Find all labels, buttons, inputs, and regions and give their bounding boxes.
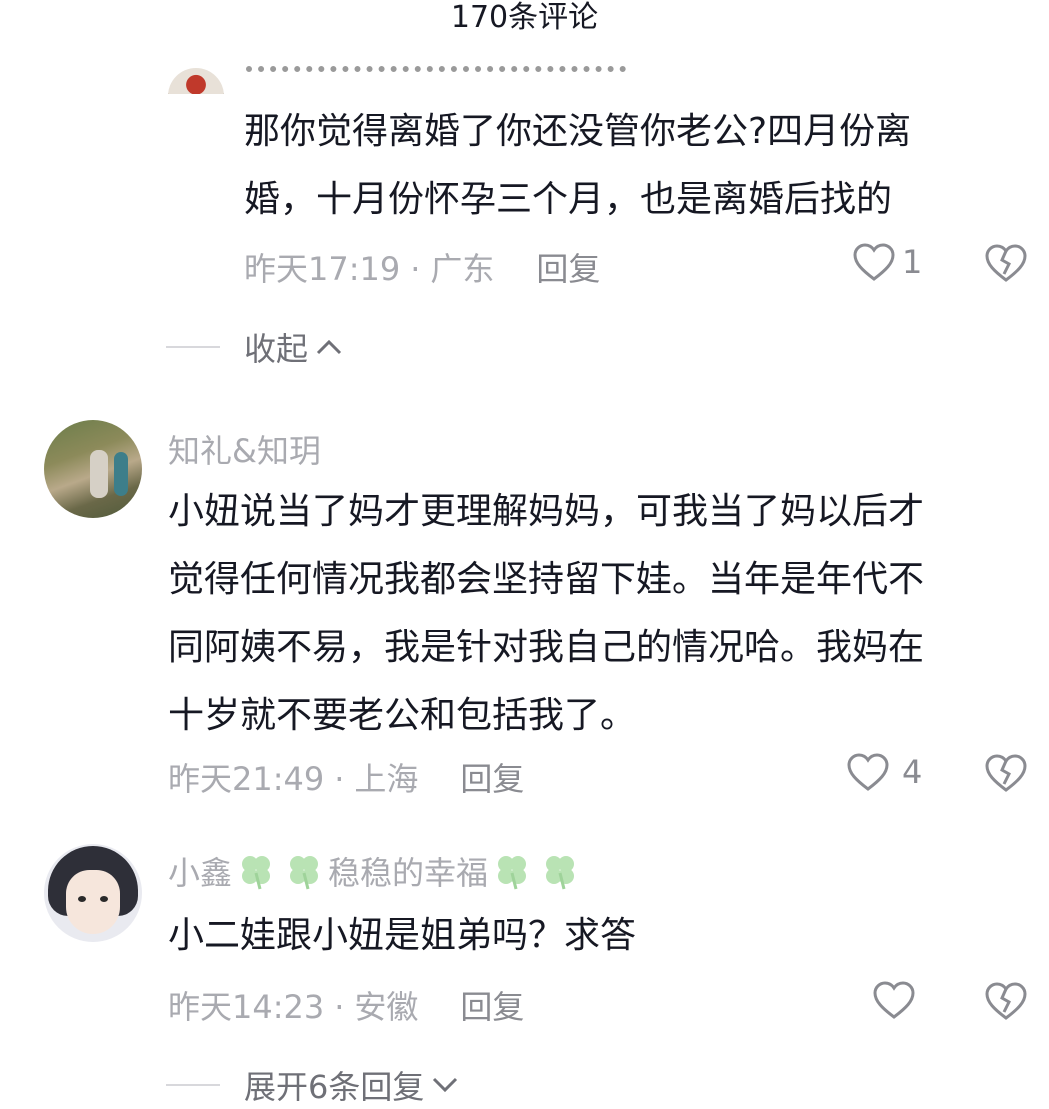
collapse-replies-button[interactable]: 收起 [166,324,342,370]
comment-username[interactable]: 小鑫 稳稳的幸福 [168,848,584,894]
like-count: 4 [902,753,923,791]
comment-text: 小二娃跟小妞是姐弟吗？求答 [168,915,637,956]
chevron-down-icon [433,1077,458,1093]
timestamp: 昨天21:49 [168,760,325,798]
reply-comment-line: 婚，十月份怀孕三个月，也是离婚后找的 [244,179,893,220]
avatar[interactable] [44,844,142,942]
dislike-button[interactable] [984,981,1028,1021]
divider [166,1084,220,1086]
like-button[interactable]: 4 [846,752,922,792]
location: 上海 [354,760,419,798]
dislike-button[interactable] [984,243,1028,283]
divider [166,346,220,348]
comment-line: 小妞说当了妈才更理解妈妈，可我当了妈以后才 [168,491,925,532]
username-part: 稳稳的幸福 [328,854,489,892]
broken-heart-icon [985,754,1027,792]
timestamp: 昨天17:19 [244,250,401,288]
heart-outline-icon [847,753,889,791]
like-button[interactable]: 1 [852,242,922,282]
heart-outline-icon [873,981,915,1019]
comment-line: 十岁就不要老公和包括我了。 [168,695,637,736]
reply-button[interactable]: 回复 [460,988,524,1026]
separator: · [334,760,345,798]
reply-comment-line: 那你觉得离婚了你还没管你老公?四月份离 [244,111,912,152]
avatar[interactable] [44,420,142,518]
expand-label: 展开6条回复 [244,1068,425,1106]
reply-button[interactable]: 回复 [536,250,600,288]
reply-button[interactable]: 回复 [460,760,524,798]
comment-username[interactable]: 知礼&知玥 [168,426,321,472]
heart-outline-icon [853,243,895,281]
collapse-label: 收起 [244,330,309,368]
four-leaf-clover-icon [498,856,527,890]
reply-comment-text: 那你觉得离婚了你还没管你老公?四月份离 婚，十月份怀孕三个月，也是离婚后找的 [244,98,1024,234]
reply-comment-meta: 昨天17:19 · 广东 回复 [244,244,600,290]
four-leaf-clover-icon [546,856,575,890]
comment-meta: 昨天14:23 · 安徽 回复 [168,982,524,1028]
comments-count-title: 170条评论 [450,0,599,35]
comment-line: 觉得任何情况我都会坚持留下娃。当年是年代不 [168,559,925,600]
location: 安徽 [354,988,419,1026]
separator: · [334,988,345,1026]
four-leaf-clover-icon [242,856,271,890]
username-cutoff [246,66,626,76]
comment-line: 同阿姨不易，我是针对我自己的情况哈。我妈在 [168,627,925,668]
location: 广东 [430,250,495,288]
dislike-button[interactable] [984,753,1028,793]
separator: · [410,250,421,288]
avatar[interactable] [168,68,224,94]
comment-text: 小妞说当了妈才更理解妈妈，可我当了妈以后才 觉得任何情况我都会坚持留下娃。当年是… [168,478,1038,750]
username-part: 小鑫 [168,854,233,892]
timestamp: 昨天14:23 [168,988,325,1026]
broken-heart-icon [985,244,1027,282]
like-count: 1 [902,243,923,281]
like-button[interactable] [872,980,916,1020]
four-leaf-clover-icon [290,856,319,890]
broken-heart-icon [985,982,1027,1020]
cut-off-reply-header [160,60,860,94]
comment-meta: 昨天21:49 · 上海 回复 [168,754,524,800]
expand-replies-button[interactable]: 展开6条回复 [166,1062,458,1108]
chevron-up-icon [316,339,342,355]
